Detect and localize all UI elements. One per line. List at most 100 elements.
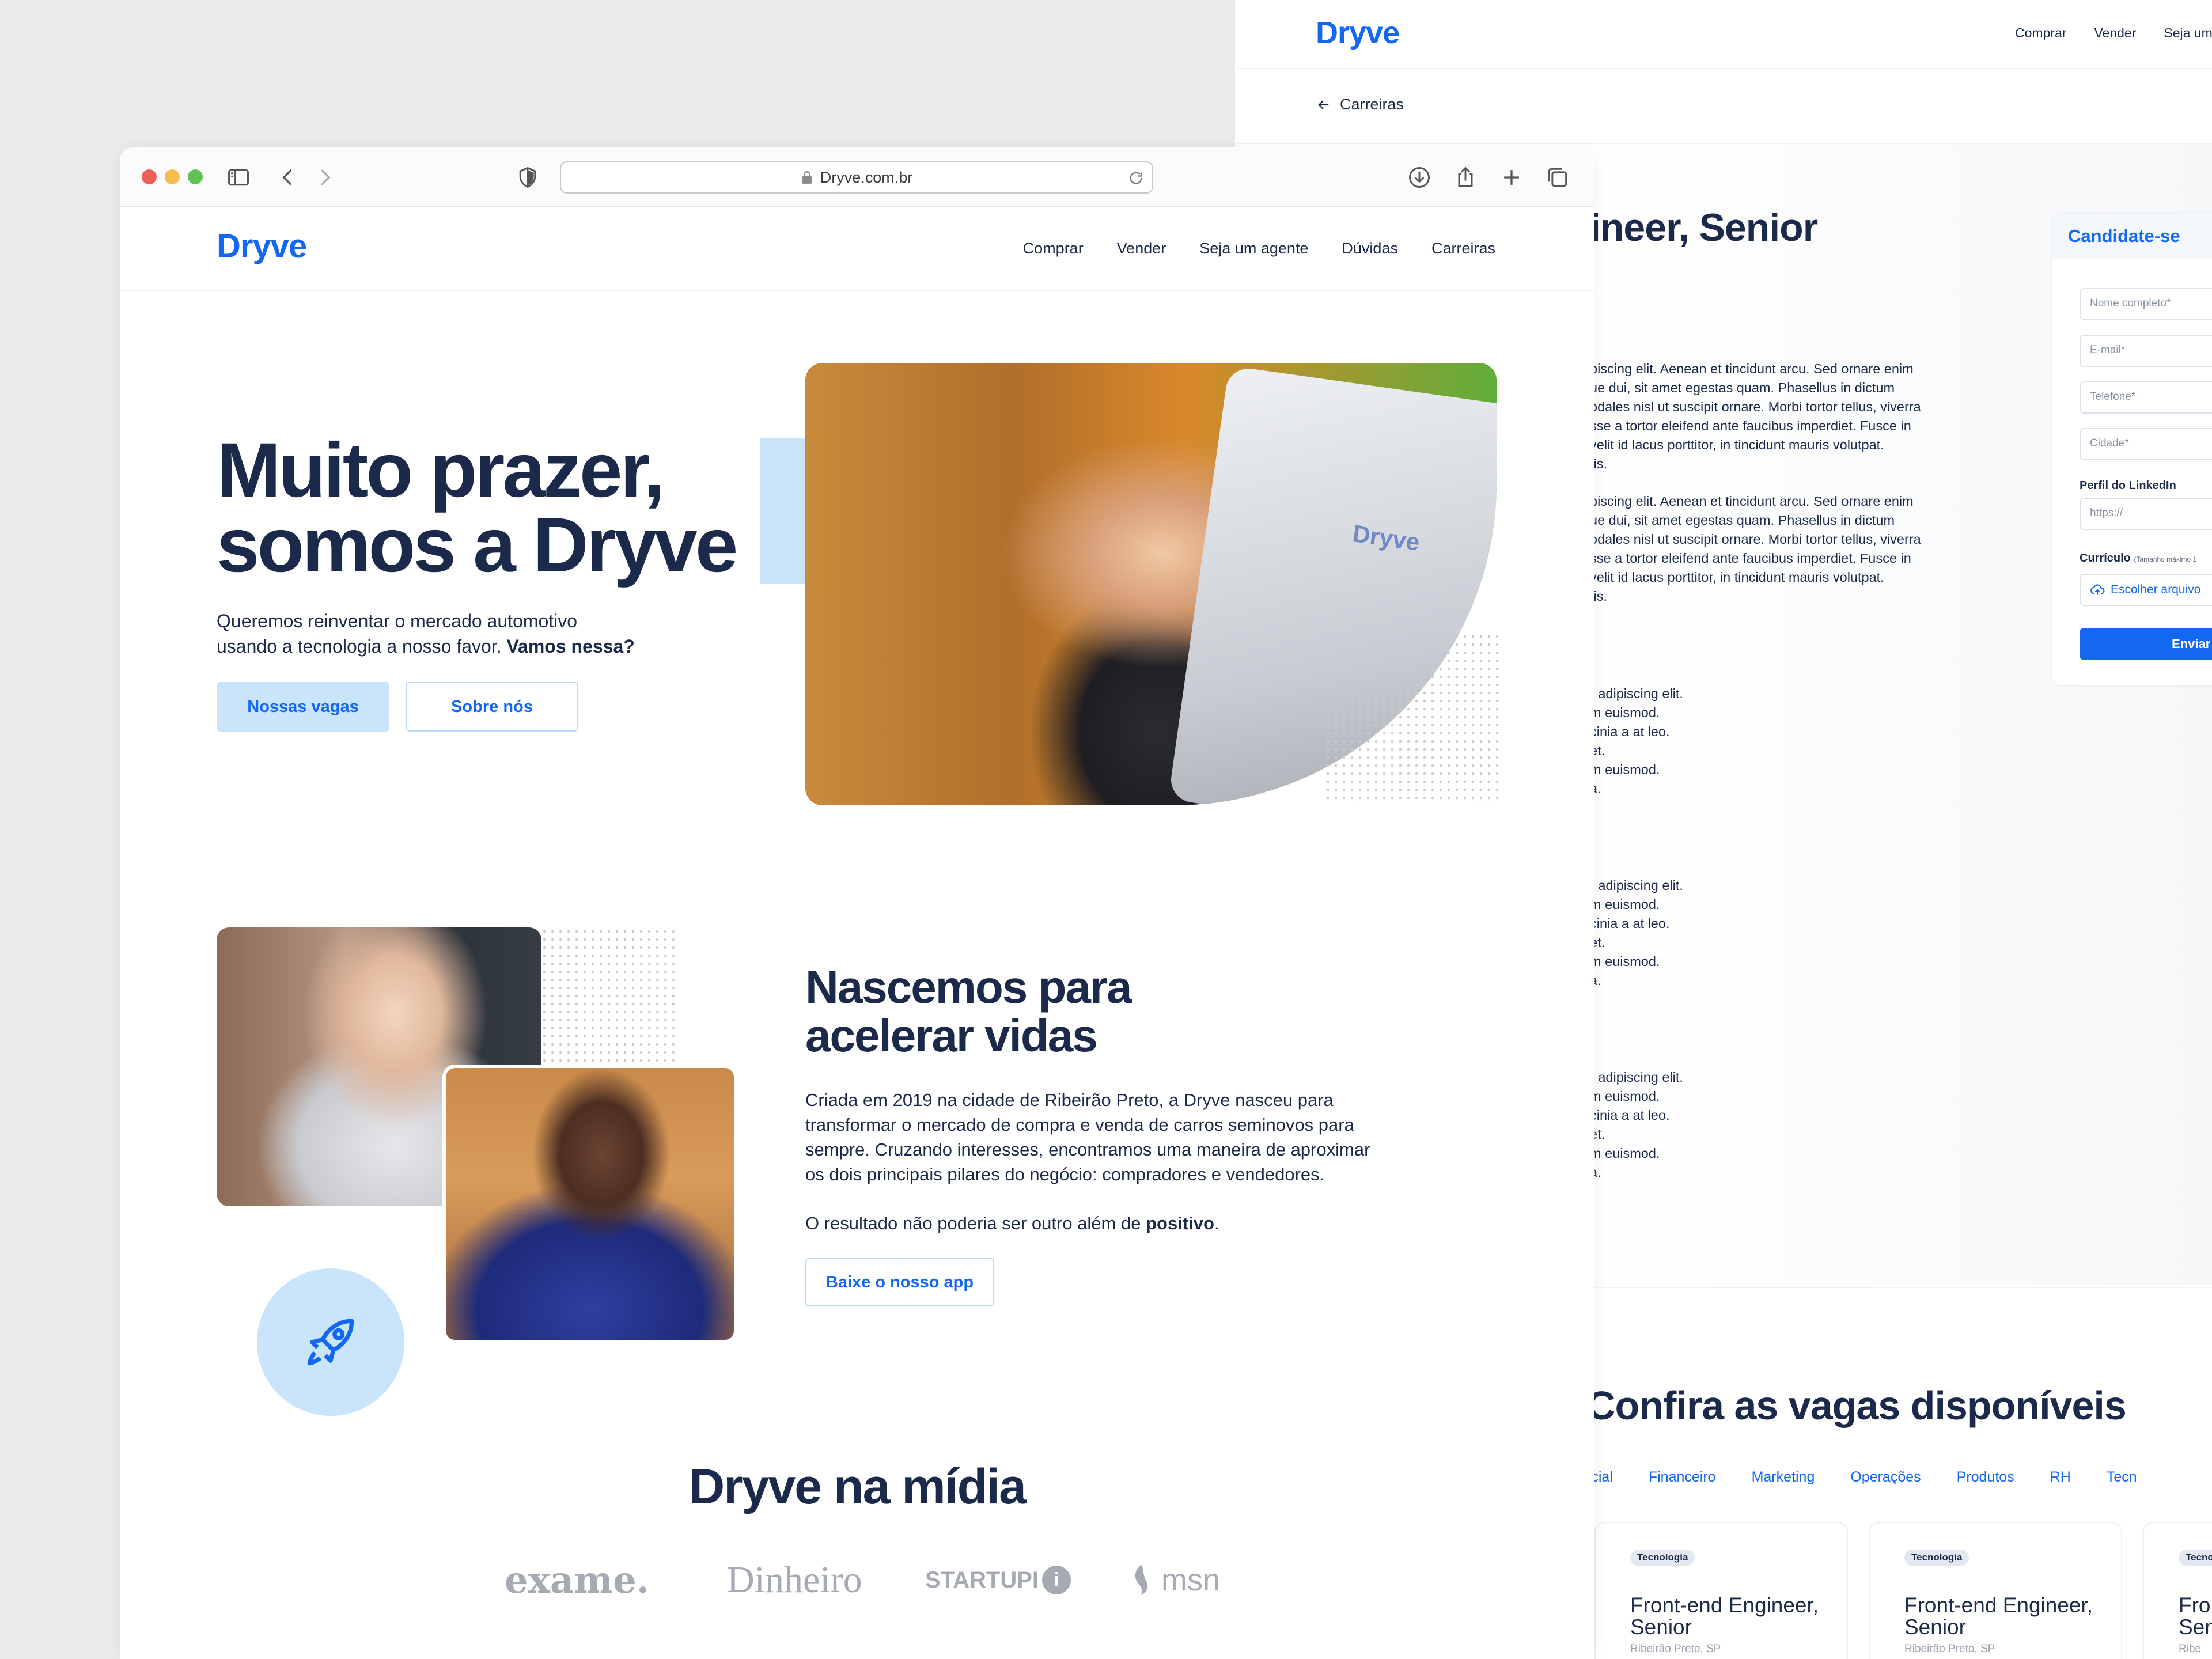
text-line: Criada em 2019 na cidade de Ribeirão Pre…	[805, 1090, 1334, 1110]
list-item: et.	[1590, 743, 1605, 758]
apply-form-title: Candidate-se	[2068, 226, 2180, 246]
exame-logo: exame.	[505, 1558, 650, 1602]
hero-subtitle-line2: usando a tecnologia a nosso favor. Vamos…	[217, 634, 654, 659]
site-header: Dryve Comprar Vender Seja um agente Dúvi…	[120, 207, 1594, 291]
about-title-line: Nascemos para	[805, 961, 1132, 1013]
choose-file-label: Escolher arquivo	[2111, 583, 2201, 596]
back-nav: Comprar Vender Seja um a	[2015, 25, 2212, 41]
forward-arrow-icon[interactable]	[312, 165, 338, 190]
back-nav-comprar[interactable]: Comprar	[2015, 25, 2066, 41]
list-item: m euismod.	[1590, 897, 1660, 912]
msn-logo: msn	[1130, 1554, 1220, 1606]
text-line: tis.	[1590, 456, 1608, 471]
zoom-window-button[interactable]	[188, 169, 203, 184]
rocket-icon	[307, 1319, 354, 1366]
city-field[interactable]: Cidade*	[2080, 428, 2212, 460]
list-item: m euismod.	[1590, 705, 1660, 720]
about-title-line: acelerar vidas	[805, 1010, 1098, 1061]
job-requirements-list: r adipiscing elit. m euismod. cinia a at…	[1590, 876, 1763, 990]
full-name-field[interactable]: Nome completo*	[2080, 288, 2212, 320]
job-requirements-list: r adipiscing elit. m euismod. cinia a at…	[1590, 1068, 1763, 1182]
job-card[interactable]: Tecnologia Front-end Engineer, Senior Ri…	[1594, 1522, 1848, 1659]
job-card-location: Ribeirão Preto, SP	[1904, 1643, 1995, 1655]
linkedin-field[interactable]: https://	[2080, 498, 2212, 530]
list-item: cinia a at leo.	[1590, 916, 1670, 931]
job-card[interactable]: Tecnologia Front-end Engineer, Senior Ri…	[1869, 1522, 2122, 1659]
apply-form-card: Candidate-se Nome completo* E-mail* Tele…	[2051, 212, 2212, 687]
back-arrow-icon[interactable]	[275, 165, 301, 190]
main-nav: Comprar Vender Seja um agente Dúvidas Ca…	[1023, 240, 1495, 257]
minimize-window-button[interactable]	[165, 169, 180, 184]
text-line: odales nisl ut suscipit ornare. Morbi to…	[1590, 532, 1921, 547]
tab-tecnologia[interactable]: Tecn	[2107, 1469, 2137, 1486]
hero-title-line: Muito prazer,	[217, 427, 665, 513]
text-line: sse a tortor eleifend ante faucibus impe…	[1590, 418, 1911, 433]
jobs-category-tabs: rcial Financeiro Marketing Operações Pro…	[1586, 1469, 2137, 1486]
url-text: Dryve.com.br	[820, 168, 913, 186]
dot-pattern-decor	[1324, 632, 1502, 805]
new-tab-icon[interactable]	[1499, 165, 1524, 190]
back-logo[interactable]: Dryve	[1316, 15, 1400, 51]
nav-item-comprar[interactable]: Comprar	[1023, 240, 1084, 257]
email-field[interactable]: E-mail*	[2080, 335, 2212, 367]
text-line: odales nisl ut suscipit ornare. Morbi to…	[1590, 399, 1921, 414]
privacy-shield-icon[interactable]	[515, 165, 540, 190]
startupi-logo: STARTUPI i	[925, 1554, 1071, 1606]
back-nav-vender[interactable]: Vender	[2094, 25, 2136, 41]
msn-wordmark: msn	[1161, 1563, 1221, 1597]
dinheiro-logo: Dinheiro	[727, 1559, 862, 1601]
tab-overview-icon[interactable]	[1545, 165, 1570, 190]
nav-item-duvidas[interactable]: Dúvidas	[1342, 240, 1398, 257]
nav-item-carreiras[interactable]: Carreiras	[1431, 240, 1495, 257]
job-card-title: Fron Seni	[2179, 1594, 2212, 1638]
breadcrumb-back-link[interactable]: Carreiras	[1316, 96, 1404, 113]
about-result-text: O resultado não poderia ser outro além d…	[805, 1213, 1219, 1234]
job-tag: Tecnologia	[1904, 1550, 1969, 1566]
close-window-button[interactable]	[142, 169, 157, 184]
job-card[interactable]: Tecnolo Fron Seni Ribe	[2143, 1522, 2212, 1659]
text-line: tis.	[1590, 589, 1608, 604]
sidebar-toggle-icon[interactable]	[226, 165, 251, 190]
job-tag: Tecnologia	[1630, 1550, 1695, 1566]
download-app-button[interactable]: Baixe o nosso app	[805, 1258, 994, 1306]
tab-operacoes[interactable]: Operações	[1850, 1469, 1921, 1486]
hero-title: Muito prazer, somos a Dryve	[217, 427, 738, 584]
reload-icon[interactable]	[1128, 170, 1144, 186]
downloads-icon[interactable]	[1407, 165, 1432, 190]
result-text: O resultado não poderia ser outro além d…	[805, 1213, 1141, 1233]
media-logos-row: exame. Dinheiro STARTUPI i msn	[120, 1554, 1594, 1606]
submit-application-button[interactable]: Enviar c	[2080, 628, 2212, 660]
nav-item-seja-um-agente[interactable]: Seja um agente	[1199, 240, 1308, 257]
site-logo[interactable]: Dryve	[217, 227, 307, 266]
tab-produtos[interactable]: Produtos	[1957, 1469, 2014, 1486]
jobs-section-title: Confira as vagas disponíveis	[1586, 1383, 2127, 1428]
job-card-title-line: Front-end Engineer,	[1904, 1593, 2093, 1617]
text-line: transformar o mercado de compra e venda …	[805, 1115, 1354, 1135]
nossas-vagas-button[interactable]: Nossas vagas	[217, 682, 389, 732]
back-site-header: Dryve Comprar Vender Seja um a	[1235, 0, 2212, 69]
phone-field[interactable]: Telefone*	[2080, 381, 2212, 414]
job-card-title-line: Senior	[1630, 1615, 1692, 1639]
text-line: os dois principais pilares do negócio: c…	[805, 1164, 1325, 1184]
share-icon[interactable]	[1453, 165, 1478, 190]
job-title: ineer, Senior	[1590, 206, 1818, 249]
job-tag: Tecnolo	[2179, 1550, 2212, 1566]
tab-financeiro[interactable]: Financeiro	[1649, 1469, 1716, 1486]
choose-file-button[interactable]: Escolher arquivo	[2080, 574, 2212, 606]
address-bar[interactable]: Dryve.com.br	[560, 161, 1153, 194]
arrow-left-icon	[1318, 100, 1329, 109]
msn-butterfly-icon	[1135, 1565, 1148, 1596]
text-line: ue dui, sit amet egestas quam. Phasellus…	[1590, 513, 1895, 528]
job-description-paragraph: piscing elit. Aenean et tincidunt arcu. …	[1590, 359, 1993, 474]
sobre-nos-button[interactable]: Sobre nós	[406, 682, 578, 732]
cv-size-note: (Tamanho máximo 1	[2134, 555, 2197, 563]
nav-item-vender[interactable]: Vender	[1117, 240, 1166, 257]
job-card-title: Front-end Engineer, Senior	[1630, 1594, 1847, 1638]
back-nav-agente[interactable]: Seja um a	[2164, 25, 2212, 41]
hero-subtitle-text: usando a tecnologia a nosso favor.	[217, 636, 502, 657]
tab-rh[interactable]: RH	[2050, 1469, 2071, 1486]
result-bold: positivo	[1146, 1213, 1214, 1233]
job-card-location: Ribeirão Preto, SP	[1630, 1643, 1721, 1655]
tab-marketing[interactable]: Marketing	[1752, 1469, 1815, 1486]
job-card-title-line: Front-end Engineer,	[1630, 1593, 1819, 1617]
